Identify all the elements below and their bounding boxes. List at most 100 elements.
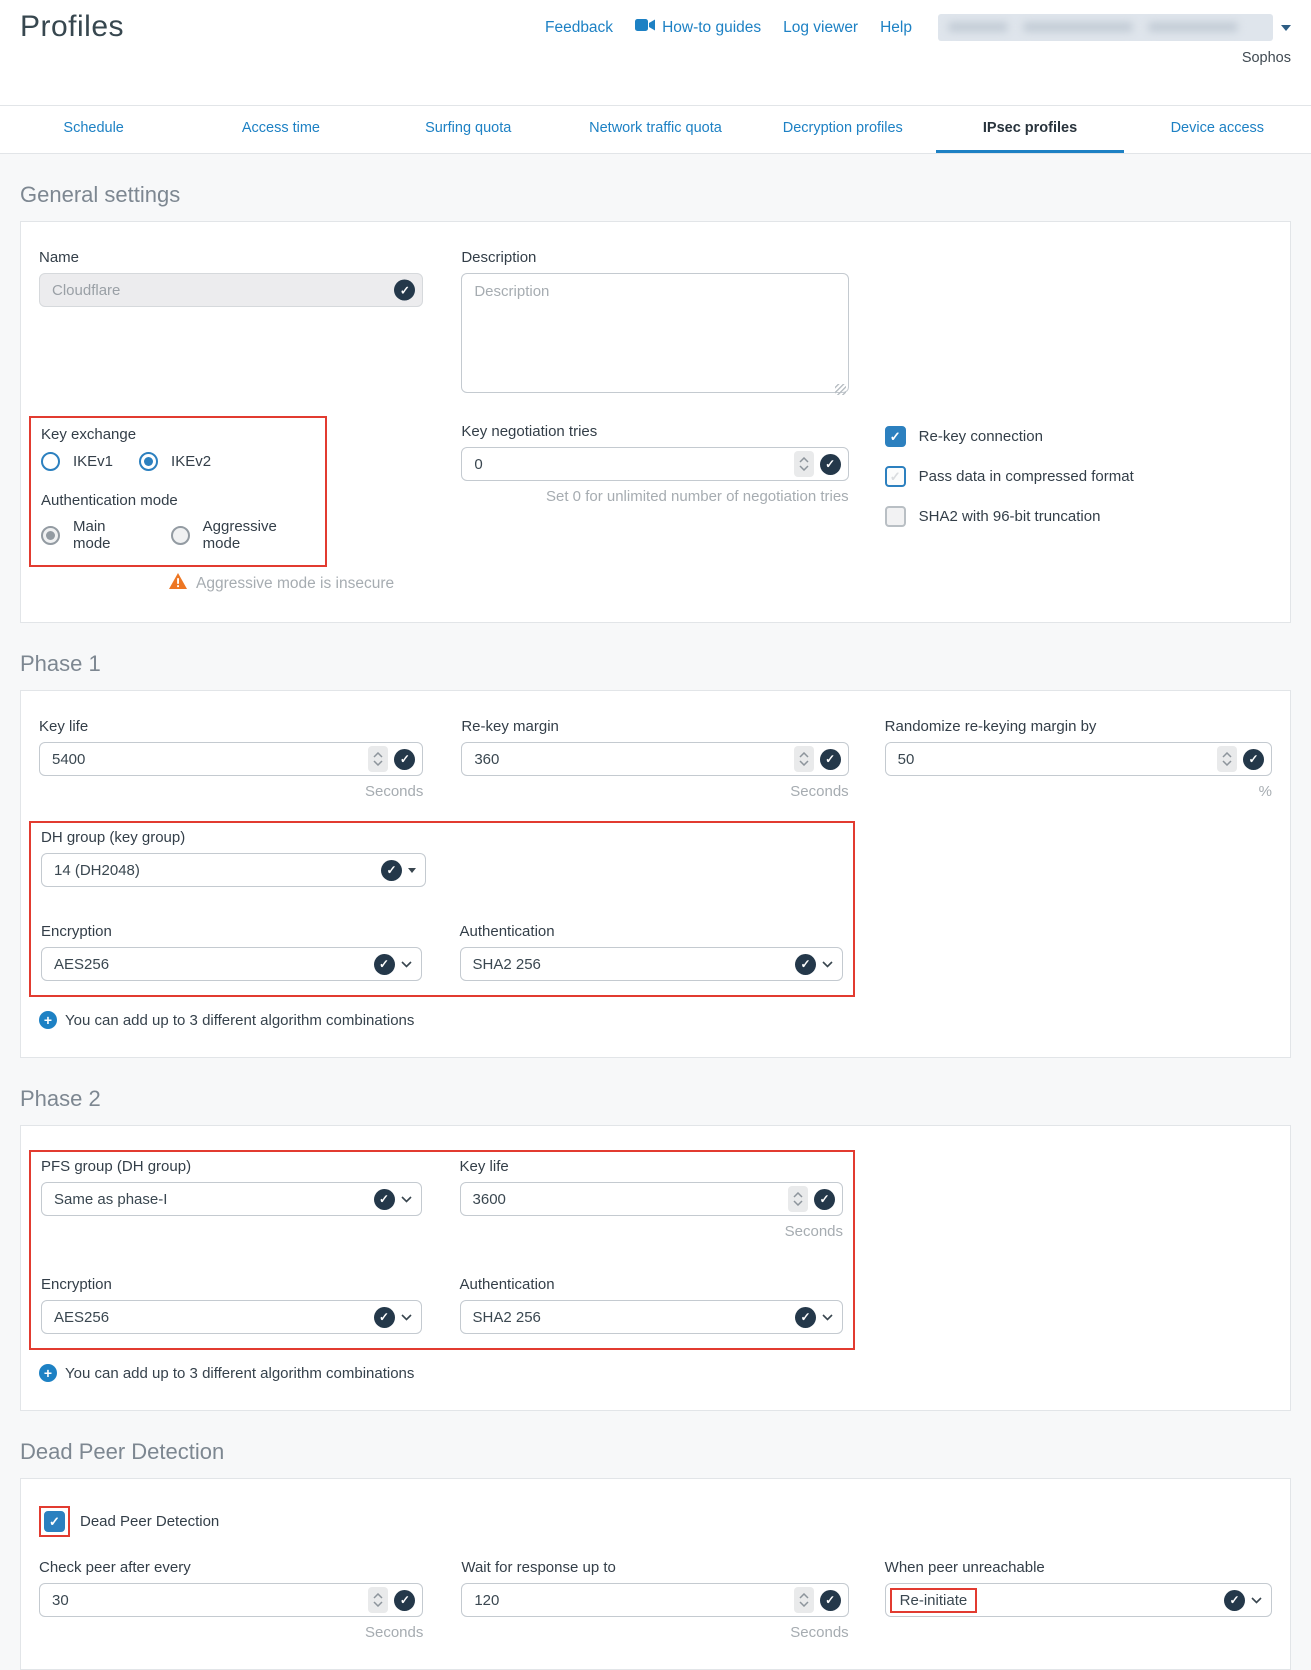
log-viewer-link[interactable]: Log viewer (783, 19, 858, 37)
p1-encryption-value: AES256 (54, 956, 109, 973)
number-stepper[interactable] (368, 746, 388, 772)
number-stepper[interactable] (1217, 746, 1237, 772)
p1-dh-group-label: DH group (key group) (41, 829, 843, 846)
p2-add-combination-note: + You can add up to 3 different algorith… (39, 1364, 1272, 1382)
tab-ipsec-profiles[interactable]: IPsec profiles (936, 106, 1123, 153)
p2-pfs-group-label: PFS group (DH group) (41, 1158, 422, 1175)
radio-aggressive-mode[interactable]: Aggressive mode (171, 518, 315, 552)
radio-ikev2-icon (139, 452, 158, 471)
number-stepper[interactable] (794, 1587, 814, 1613)
valid-check-icon: ✓ (381, 860, 402, 881)
resize-grip-icon[interactable] (835, 384, 846, 395)
p1-key-life-input[interactable] (39, 742, 423, 776)
radio-ikev1[interactable]: IKEv1 (41, 452, 113, 471)
dpd-wait-response-input[interactable] (461, 1583, 848, 1617)
checkbox-checked-icon: ✓ (885, 426, 906, 447)
p2-pfs-group-value: Same as phase-I (54, 1191, 167, 1208)
radio-ikev1-icon (41, 452, 60, 471)
name-label: Name (39, 249, 423, 266)
valid-check-icon: ✓ (795, 954, 816, 975)
radio-ikev1-label: IKEv1 (73, 453, 113, 470)
p1-randomize-label: Randomize re-keying margin by (885, 718, 1272, 735)
p1-dh-group-value: 14 (DH2048) (54, 862, 140, 879)
tab-network-traffic-quota[interactable]: Network traffic quota (562, 106, 749, 153)
number-stepper[interactable] (788, 1186, 808, 1212)
valid-check-icon: ✓ (394, 749, 415, 770)
p1-authentication-select[interactable]: SHA2 256 ✓ (460, 947, 843, 981)
valid-check-icon: ✓ (394, 1590, 415, 1611)
valid-check-icon: ✓ (820, 749, 841, 770)
radio-main-mode-label: Main mode (73, 518, 145, 552)
number-stepper[interactable] (794, 451, 814, 477)
tab-surfing-quota[interactable]: Surfing quota (375, 106, 562, 153)
valid-check-icon: ✓ (814, 1189, 835, 1210)
tab-access-time[interactable]: Access time (187, 106, 374, 153)
dpd-check-peer-unit: Seconds (39, 1624, 423, 1641)
p1-dh-group-select[interactable]: 14 (DH2048) ✓ (41, 853, 426, 887)
p2-algorithms-highlight: PFS group (DH group) Same as phase-I ✓ K… (29, 1150, 855, 1350)
checkbox-compressed-format[interactable]: ✓ Pass data in compressed format (885, 466, 1272, 487)
checkbox-empty-icon (885, 506, 906, 527)
dpd-heading: Dead Peer Detection (20, 1439, 1291, 1465)
feedback-link[interactable]: Feedback (545, 19, 613, 37)
p2-authentication-value: SHA2 256 (473, 1309, 541, 1326)
valid-check-icon: ✓ (820, 454, 841, 475)
p1-rekey-margin-input[interactable] (461, 742, 848, 776)
p1-note-text: You can add up to 3 different algorithm … (65, 1012, 414, 1029)
dpd-enable-label: Dead Peer Detection (80, 1513, 219, 1530)
checkbox-sha2-truncation[interactable]: SHA2 with 96-bit truncation (885, 506, 1272, 527)
account-caret-icon (1281, 25, 1291, 31)
key-negotiation-input[interactable] (461, 447, 848, 481)
name-input[interactable] (39, 273, 423, 307)
radio-ikev2[interactable]: IKEv2 (139, 452, 211, 471)
dpd-checkbox-highlight: ✓ (39, 1506, 70, 1537)
dpd-when-unreachable-select[interactable]: Re-initiate ✓ (885, 1583, 1272, 1617)
p2-authentication-select[interactable]: SHA2 256 ✓ (460, 1300, 843, 1334)
tab-schedule[interactable]: Schedule (0, 106, 187, 153)
account-menu[interactable] (938, 14, 1291, 41)
feedback-label: Feedback (545, 19, 613, 37)
chevron-down-icon (401, 1196, 412, 1203)
account-name-redacted (938, 14, 1273, 41)
tab-device-access[interactable]: Device access (1124, 106, 1311, 153)
howto-guides-link[interactable]: How-to guides (635, 18, 761, 37)
dpd-enable-checkbox[interactable]: ✓ (44, 1511, 65, 1532)
help-link[interactable]: Help (880, 19, 912, 37)
description-textarea[interactable] (461, 273, 848, 393)
add-plus-icon[interactable]: + (39, 1011, 57, 1029)
valid-check-icon: ✓ (374, 954, 395, 975)
log-viewer-label: Log viewer (783, 19, 858, 37)
p2-key-life-input[interactable] (460, 1182, 843, 1216)
p2-pfs-group-select[interactable]: Same as phase-I ✓ (41, 1182, 422, 1216)
phase2-heading: Phase 2 (20, 1086, 1291, 1112)
dpd-when-unreachable-value: Re-initiate (890, 1588, 978, 1613)
profile-tabs: Schedule Access time Surfing quota Netwo… (0, 105, 1311, 154)
checkbox-rekey-label: Re-key connection (919, 428, 1043, 445)
dpd-card: ✓ Dead Peer Detection Check peer after e… (20, 1478, 1291, 1670)
checkbox-rekey-connection[interactable]: ✓ Re-key connection (885, 426, 1272, 447)
p2-encryption-select[interactable]: AES256 ✓ (41, 1300, 422, 1334)
p1-encryption-select[interactable]: AES256 ✓ (41, 947, 422, 981)
brand-label: Sophos (1242, 50, 1291, 66)
checkbox-compressed-label: Pass data in compressed format (919, 468, 1134, 485)
number-stepper[interactable] (794, 746, 814, 772)
radio-aggressive-mode-icon (171, 526, 190, 545)
number-stepper[interactable] (368, 1587, 388, 1613)
help-label: Help (880, 19, 912, 37)
chevron-down-icon (401, 961, 412, 968)
general-settings-heading: General settings (20, 182, 1291, 208)
dpd-wait-response-unit: Seconds (461, 1624, 848, 1641)
chevron-down-icon (401, 1314, 412, 1321)
p1-add-combination-note: + You can add up to 3 different algorith… (39, 1011, 1272, 1029)
add-plus-icon[interactable]: + (39, 1364, 57, 1382)
dpd-check-peer-input[interactable] (39, 1583, 423, 1617)
general-settings-card: Name ✓ Description Key exchange (20, 221, 1291, 623)
video-camera-icon (635, 18, 655, 37)
p1-algorithms-highlight: DH group (key group) 14 (DH2048) ✓ Encry… (29, 821, 855, 997)
howto-guides-label: How-to guides (662, 19, 761, 37)
p1-randomize-input[interactable] (885, 742, 1272, 776)
radio-main-mode[interactable]: Main mode (41, 518, 145, 552)
key-exchange-label: Key exchange (41, 426, 315, 443)
p1-encryption-label: Encryption (41, 923, 422, 940)
tab-decryption-profiles[interactable]: Decryption profiles (749, 106, 936, 153)
